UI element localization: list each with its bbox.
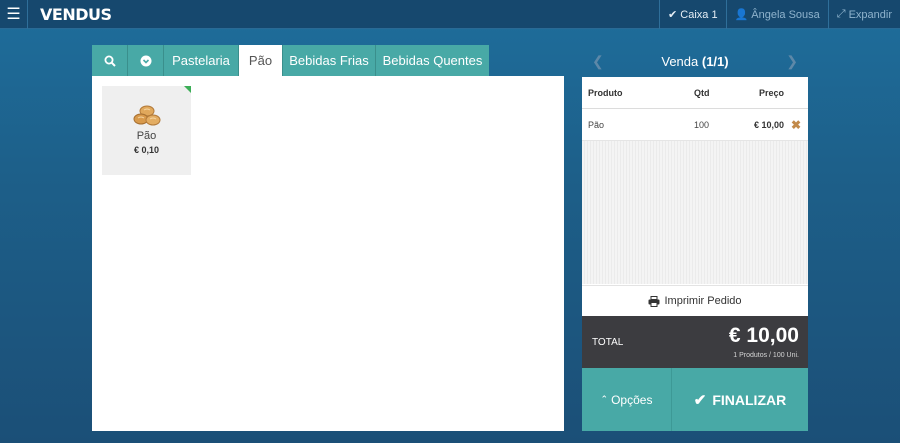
caixa-indicator[interactable]: ✔ Caixa 1 xyxy=(659,0,726,29)
caixa-label: Caixa 1 xyxy=(680,8,718,21)
sale-table: Produto Qtd Preço Pão 100 € 10,00 ✖ xyxy=(582,77,808,285)
sale-table-header: Produto Qtd Preço xyxy=(582,77,808,109)
row-qty[interactable]: 100 xyxy=(694,120,738,130)
printer-icon xyxy=(648,295,660,307)
search-icon xyxy=(104,55,116,67)
menu-button[interactable]: ☰ xyxy=(0,0,28,29)
search-button[interactable] xyxy=(92,45,128,76)
sale-title: Venda (1/1) xyxy=(661,54,728,69)
top-bar: ☰ VENDUS ✔ Caixa 1 👤 Ângela Sousa ⤢ Expa… xyxy=(0,0,900,29)
expand-button[interactable]: ⤢ Expandir xyxy=(827,0,900,29)
tab-pao[interactable]: Pão xyxy=(239,45,283,76)
stock-indicator xyxy=(184,86,191,93)
app-logo: VENDUS xyxy=(40,4,112,24)
row-product: Pão xyxy=(588,119,605,130)
sale-title-count: (1/1) xyxy=(701,54,729,69)
previous-sale-arrow-icon[interactable]: ❮ xyxy=(582,53,614,70)
sale-empty-area xyxy=(582,141,808,284)
sale-header: ❮ Venda (1/1) ❯ xyxy=(582,47,808,76)
sale-title-prefix: Venda xyxy=(661,54,699,69)
options-button[interactable]: ⌃ Opções xyxy=(582,368,672,431)
total-box: TOTAL € 10,00 1 Produtos / 100 Uni. xyxy=(582,316,808,368)
products-panel: Pão € 0,10 xyxy=(92,76,564,431)
check-circle-icon: ✔ xyxy=(668,9,678,21)
user-menu[interactable]: 👤 Ângela Sousa xyxy=(725,0,828,29)
total-label: TOTAL xyxy=(592,337,624,348)
print-order-label: Imprimir Pedido xyxy=(664,295,742,307)
chevron-up-icon: ⌃ xyxy=(600,394,609,404)
tab-pastelaria[interactable]: Pastelaria xyxy=(164,45,239,76)
col-product: Produto xyxy=(588,87,623,98)
expand-label: Expandir xyxy=(848,8,892,21)
total-summary: 1 Produtos / 100 Uni. xyxy=(733,352,799,359)
user-name: Ângela Sousa xyxy=(751,8,820,21)
check-icon: ✔ xyxy=(693,391,707,409)
expand-icon: ⤢ xyxy=(836,8,846,20)
col-qty: Qtd xyxy=(694,87,710,98)
remove-item-icon[interactable]: ✖ xyxy=(784,118,808,132)
table-row[interactable]: Pão 100 € 10,00 ✖ xyxy=(582,109,808,141)
options-label: Opções xyxy=(611,392,653,407)
finalize-button[interactable]: ✔ FINALIZAR xyxy=(672,368,808,431)
finalize-label: FINALIZAR xyxy=(712,391,787,408)
chevron-down-circle-icon xyxy=(140,55,151,66)
category-tabs: Pastelaria Pão Bebidas Frias Bebidas Que… xyxy=(92,45,489,76)
row-price: € 10,00 xyxy=(753,119,784,130)
categories-dropdown-button[interactable] xyxy=(128,45,164,76)
user-icon: 👤 xyxy=(734,9,749,21)
total-value: € 10,00 xyxy=(728,324,799,347)
tab-bebidas-frias[interactable]: Bebidas Frias xyxy=(283,45,376,76)
bread-icon xyxy=(133,105,160,126)
print-order-button[interactable]: Imprimir Pedido xyxy=(582,285,808,316)
next-sale-arrow-icon[interactable]: ❯ xyxy=(776,53,808,70)
product-name: Pão xyxy=(136,130,157,142)
col-price: Preço xyxy=(758,87,784,98)
hamburger-icon: ☰ xyxy=(6,6,21,23)
product-card-pao[interactable]: Pão € 0,10 xyxy=(102,86,191,175)
product-price: € 0,10 xyxy=(133,145,160,155)
tab-bebidas-quentes[interactable]: Bebidas Quentes xyxy=(376,45,489,76)
